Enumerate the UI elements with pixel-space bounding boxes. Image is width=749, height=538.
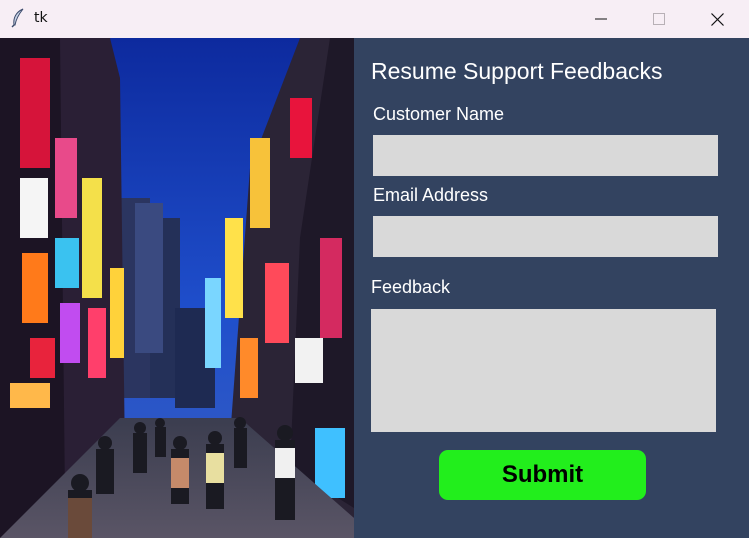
customer-name-label: Customer Name <box>373 104 505 124</box>
customer-name-input[interactable] <box>373 135 718 176</box>
feedback-form-panel: Resume Support Feedbacks Customer Name E… <box>354 38 749 538</box>
city-street-illustration <box>0 38 354 538</box>
close-button[interactable] <box>688 0 746 38</box>
city-street-photo <box>0 38 354 538</box>
form-heading: Resume Support Feedbacks <box>371 58 663 84</box>
feather-icon <box>10 8 26 28</box>
feedback-label: Feedback <box>371 277 451 297</box>
title-bar[interactable]: tk <box>0 0 749 38</box>
email-address-label: Email Address <box>373 185 489 205</box>
close-icon <box>710 12 724 26</box>
maximize-button[interactable] <box>630 0 688 38</box>
minimize-button[interactable] <box>572 0 630 38</box>
app-window: tk Resume Support Feedbacks Customer Nam… <box>0 0 749 538</box>
minimize-icon <box>595 18 607 20</box>
email-address-input[interactable] <box>373 216 718 257</box>
maximize-icon <box>653 13 665 25</box>
feedback-textarea[interactable] <box>371 309 716 432</box>
submit-button[interactable]: Submit <box>439 450 646 500</box>
window-title: tk <box>34 10 48 26</box>
